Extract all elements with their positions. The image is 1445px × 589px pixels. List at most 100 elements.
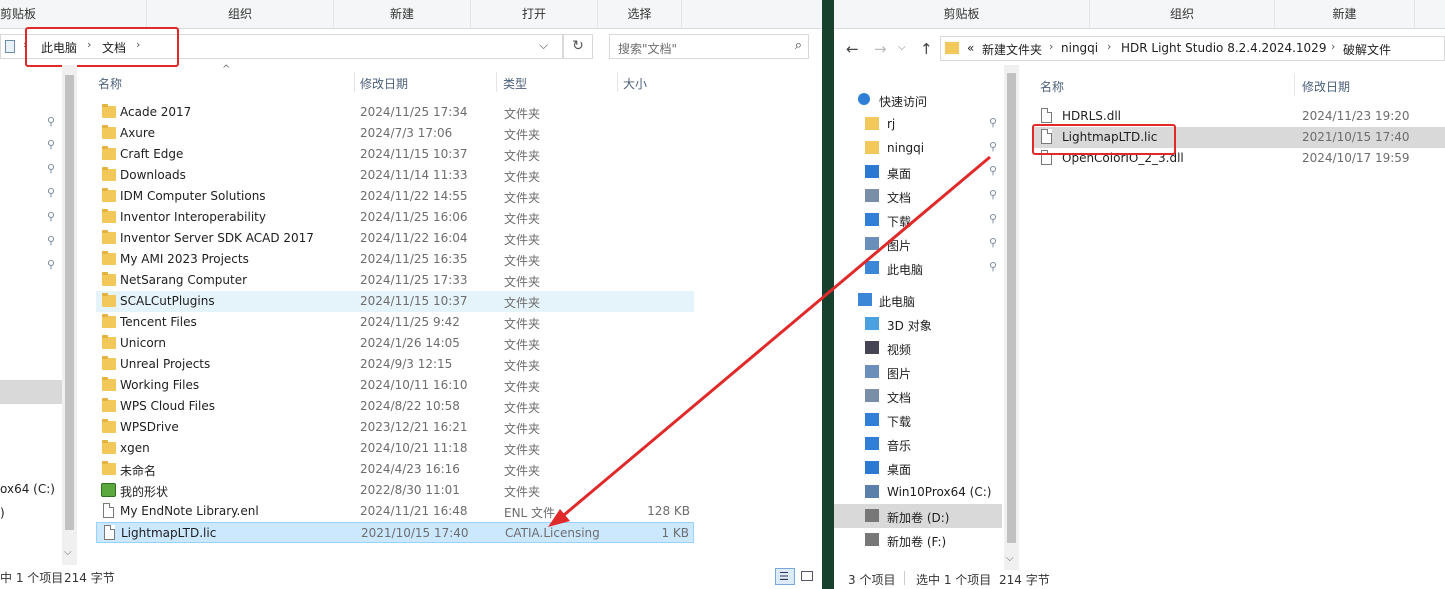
search-icon[interactable]: ⌕ <box>795 38 802 53</box>
column-header-date[interactable]: 修改日期 <box>1302 78 1350 95</box>
nav-item[interactable]: ningqi ⚲ <box>834 136 1002 160</box>
nav-item[interactable]: 下载 <box>834 408 1002 432</box>
table-row[interactable]: SCALCutPlugins 2024/11/15 10:37 文件夹 <box>96 291 694 312</box>
pin-icon[interactable]: ⚲ <box>989 140 997 153</box>
nav-item[interactable]: 文档 ⚲ <box>834 184 1002 208</box>
column-header-type[interactable]: 类型 <box>503 75 527 92</box>
nav-item-label: 新加卷 (F:) <box>887 535 947 549</box>
scrollbar-thumb[interactable] <box>65 75 74 530</box>
breadcrumb-crack-files[interactable]: 破解文件 <box>1343 41 1391 58</box>
ribbon-group-organize[interactable]: 组织 <box>1090 0 1275 29</box>
table-row[interactable]: My EndNote Library.enl 2024/11/21 16:48 EN… <box>96 501 694 522</box>
table-row[interactable]: Unicorn 2024/1/26 14:05 文件夹 <box>96 333 694 354</box>
table-row[interactable]: Inventor Interoperability 2024/11/25 16:0… <box>96 207 694 228</box>
pin-icon[interactable]: ⚲ <box>989 188 997 201</box>
nav-item[interactable]: 文档 <box>834 384 1002 408</box>
nav-item[interactable]: 音乐 <box>834 432 1002 456</box>
right-ribbon: 剪贴板 组织 新建 <box>834 0 1445 29</box>
table-row[interactable]: Tencent Files 2024/11/25 9:42 文件夹 <box>96 312 694 333</box>
pin-icon[interactable]: ⚲ <box>47 115 55 128</box>
table-row[interactable]: xgen 2024/10/21 11:18 文件夹 <box>96 438 694 459</box>
table-row[interactable]: Working Files 2024/10/11 16:10 文件夹 <box>96 375 694 396</box>
pin-icon[interactable]: ⚲ <box>47 138 55 151</box>
nav-item[interactable]: Win10Prox64 (C:) <box>834 480 1002 504</box>
left-nav-selected-item[interactable] <box>0 380 62 404</box>
ribbon-group-new[interactable]: 新建 <box>1275 0 1415 29</box>
ribbon-group-clipboard[interactable]: 剪贴板 <box>834 0 1090 29</box>
folder-icon <box>102 251 116 265</box>
left-nav-drive-partial[interactable]: ) <box>0 506 5 520</box>
nav-item[interactable]: 新加卷 (F:) <box>834 528 1002 552</box>
pin-icon[interactable]: ⚲ <box>989 236 997 249</box>
column-header-name[interactable]: 名称 <box>98 75 122 92</box>
nav-item[interactable]: 新加卷 (D:) <box>834 504 1002 528</box>
breadcrumb-new-folder[interactable]: 新建文件夹 <box>982 41 1042 58</box>
scroll-down-icon[interactable]: ⌵ <box>64 547 72 558</box>
nav-item[interactable]: 3D 对象 <box>834 312 1002 336</box>
table-row[interactable]: IDM Computer Solutions 2024/11/22 14:55 文件… <box>96 186 694 207</box>
nav-item[interactable]: 桌面 <box>834 456 1002 480</box>
table-row[interactable]: WPS Cloud Files 2024/8/22 10:58 文件夹 <box>96 396 694 417</box>
table-row[interactable]: NetSarang Computer 2024/11/25 17:33 文件夹 <box>96 270 694 291</box>
pin-icon[interactable]: ⚲ <box>47 186 55 199</box>
ribbon-group-clipboard[interactable]: 剪贴板 <box>0 0 147 29</box>
chevron-right-icon: › <box>1049 40 1054 53</box>
table-row[interactable]: 未命名 2024/4/23 16:16 文件夹 <box>96 459 694 480</box>
breadcrumb-overflow[interactable]: « <box>967 41 974 55</box>
table-row[interactable]: Downloads 2024/11/14 11:33 文件夹 <box>96 165 694 186</box>
up-button[interactable]: ↑ <box>920 40 933 58</box>
nav-item[interactable]: 快速访问 <box>834 88 1002 112</box>
left-nav-scrollbar[interactable]: ⌵ <box>62 65 77 565</box>
large-icons-view-button[interactable] <box>799 569 815 584</box>
pin-icon[interactable]: ⚲ <box>47 258 55 271</box>
nav-item[interactable]: 此电脑 <box>834 288 1002 312</box>
table-row[interactable]: Inventor Server SDK ACAD 2017 2024/11/22 … <box>96 228 694 249</box>
table-row[interactable]: My AMI 2023 Projects 2024/11/25 16:35 文件夹 <box>96 249 694 270</box>
pin-icon[interactable]: ⚲ <box>989 164 997 177</box>
details-view-button[interactable]: ☰ <box>775 568 795 585</box>
scrollbar-thumb[interactable] <box>1007 73 1016 543</box>
nav-item[interactable]: 下载 ⚲ <box>834 208 1002 232</box>
pin-icon[interactable]: ⚲ <box>989 116 997 129</box>
left-nav-drive-c[interactable]: ox64 (C:) <box>0 482 55 496</box>
ribbon-group-select[interactable]: 选择 <box>598 0 682 29</box>
table-row[interactable]: Axure 2024/7/3 17:06 文件夹 <box>96 123 694 144</box>
pin-icon[interactable]: ⚲ <box>47 162 55 175</box>
pin-icon[interactable]: ⚲ <box>47 234 55 247</box>
large-icons-view-icon <box>801 571 813 581</box>
back-button[interactable]: ← <box>846 40 859 58</box>
ribbon-group-organize[interactable]: 组织 <box>147 0 334 29</box>
breadcrumb-ningqi[interactable]: ningqi <box>1061 41 1098 55</box>
column-header-date[interactable]: 修改日期 <box>360 75 408 92</box>
ribbon-group-open[interactable]: 打开 <box>471 0 598 29</box>
right-address-bar[interactable]: « 新建文件夹 › ningqi › HDR Light Studio 8.2.… <box>940 36 1445 61</box>
left-search-box[interactable]: 搜索"文档" ⌕ <box>609 34 809 59</box>
ribbon-group-new[interactable]: 新建 <box>334 0 471 29</box>
nav-item[interactable]: 视频 <box>834 336 1002 360</box>
table-row[interactable]: 我的形状 2022/8/30 11:01 文件夹 <box>96 480 694 501</box>
pin-icon[interactable]: ⚲ <box>47 210 55 223</box>
nav-item[interactable]: 图片 ⚲ <box>834 232 1002 256</box>
history-dropdown-icon[interactable]: ⌵ <box>539 38 548 53</box>
pin-icon[interactable]: ⚲ <box>989 212 997 225</box>
drive-c-icon <box>865 485 879 498</box>
forward-button[interactable]: → <box>874 40 887 58</box>
column-header-name[interactable]: 名称 <box>1040 78 1064 95</box>
table-row[interactable]: LightmapLTD.lic 2021/10/15 17:40 CATIA.Lic… <box>96 522 694 543</box>
right-nav-scrollbar[interactable]: ⌵ <box>1004 65 1019 570</box>
table-row[interactable]: Craft Edge 2024/11/15 10:37 文件夹 <box>96 144 694 165</box>
nav-item[interactable]: rj ⚲ <box>834 112 1002 136</box>
recent-locations-icon[interactable]: ⌵ <box>898 42 906 53</box>
scroll-down-icon[interactable]: ⌵ <box>1006 553 1014 564</box>
nav-item[interactable]: 桌面 ⚲ <box>834 160 1002 184</box>
table-row[interactable]: Acade 2017 2024/11/25 17:34 文件夹 <box>96 102 694 123</box>
table-row[interactable]: WPSDrive 2023/12/21 16:21 文件夹 <box>96 417 694 438</box>
breadcrumb-hdr-light-studio[interactable]: HDR Light Studio 8.2.4.2024.1029 <box>1121 41 1326 55</box>
table-row[interactable]: Unreal Projects 2024/9/3 12:15 文件夹 <box>96 354 694 375</box>
refresh-button[interactable]: ↻ <box>563 34 593 59</box>
nav-item[interactable]: 此电脑 ⚲ <box>834 256 1002 280</box>
pin-icon[interactable]: ⚲ <box>989 260 997 273</box>
file-date: 2024/11/21 16:48 <box>360 504 468 518</box>
nav-item[interactable]: 图片 <box>834 360 1002 384</box>
column-header-size[interactable]: 大小 <box>623 75 647 92</box>
